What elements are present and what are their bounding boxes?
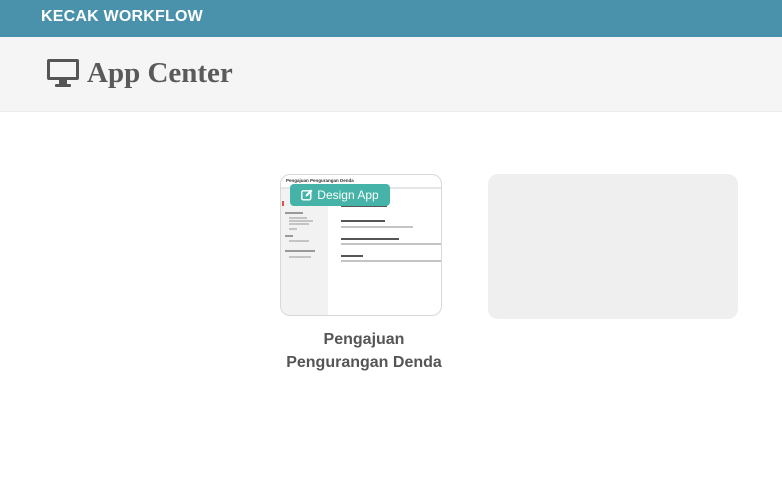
- thumbnail-line: [289, 228, 297, 230]
- thumbnail-line: [289, 220, 313, 222]
- thumbnail-line: [285, 212, 303, 214]
- thumbnail-line: [289, 240, 309, 242]
- design-app-label: Design App: [317, 188, 379, 202]
- thumbnail-line: [341, 238, 399, 240]
- page-header: App Center: [0, 37, 782, 112]
- thumbnail-line: [289, 223, 309, 225]
- thumbnail-line: [289, 217, 307, 219]
- app-card-placeholder: [488, 174, 738, 319]
- thumbnail-line: [341, 226, 413, 228]
- thumbnail-title: Pengajuan Pengurangan Denda: [286, 178, 354, 183]
- thumbnail-line: [289, 256, 311, 258]
- top-navbar: KECAK WORKFLOW: [0, 0, 782, 37]
- thumbnail-line: [341, 255, 363, 257]
- thumbnail-marker: [282, 201, 284, 206]
- thumbnail-line: [341, 220, 385, 222]
- thumbnail-line: [341, 260, 441, 262]
- app-name[interactable]: Pengajuan Pengurangan Denda: [284, 328, 444, 374]
- brand-logo-text[interactable]: KECAK WORKFLOW: [41, 8, 203, 26]
- design-app-button[interactable]: Design App: [290, 184, 390, 206]
- edit-icon: [301, 189, 313, 201]
- monitor-icon: [47, 59, 79, 87]
- page-title: App Center: [87, 57, 233, 89]
- thumbnail-line: [341, 243, 441, 245]
- thumbnail-line: [285, 235, 293, 237]
- thumbnail-line: [285, 250, 315, 252]
- thumbnail-sidebar: [281, 189, 328, 315]
